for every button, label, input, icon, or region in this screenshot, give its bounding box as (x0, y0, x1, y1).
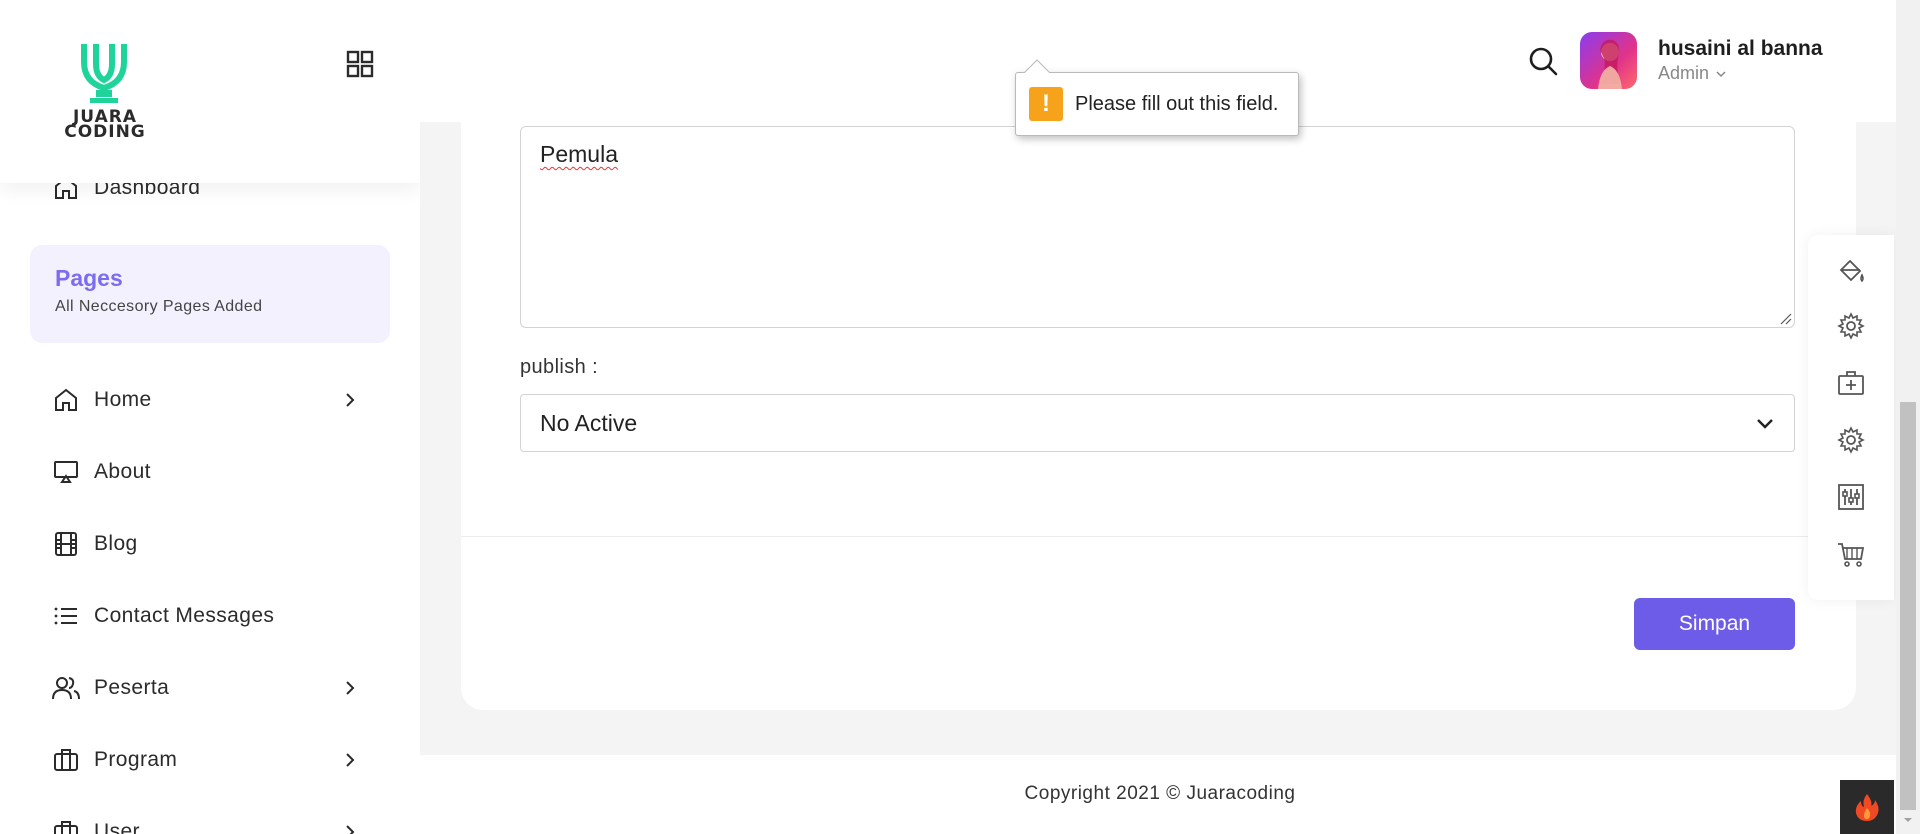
sidebar-item-label: Peserta (94, 676, 170, 699)
save-button[interactable]: Simpan (1634, 598, 1795, 650)
logo-area: JUARA CODING (0, 0, 420, 183)
resize-grip-icon[interactable] (1778, 311, 1792, 325)
settings-tool-panel (1808, 235, 1894, 600)
users-icon (52, 674, 80, 702)
home-icon (52, 386, 80, 414)
chevron-down-icon (1716, 70, 1726, 77)
avatar[interactable] (1580, 32, 1637, 89)
footer: Copyright 2021 © Juaracoding (420, 755, 1900, 834)
validation-tooltip: ! Please fill out this field. (1015, 59, 1299, 136)
gear-icon[interactable] (1836, 311, 1866, 341)
grid-icon[interactable] (346, 50, 374, 78)
pages-subtitle: All Neccesory Pages Added (55, 298, 263, 315)
paint-bucket-icon[interactable] (1836, 257, 1866, 287)
briefcase-icon (52, 746, 80, 774)
briefcase-icon (52, 818, 80, 834)
sidebar-item-peserta[interactable]: Peserta (52, 668, 372, 708)
sidebar-item-label: Home (94, 388, 152, 411)
publish-select[interactable]: No Active (520, 394, 1795, 452)
pages-title: Pages (55, 265, 123, 291)
sidebar-item-label: User (94, 820, 140, 834)
chevron-right-icon (346, 753, 355, 767)
monitor-icon (52, 458, 80, 486)
card-divider (461, 536, 1856, 537)
user-role-label: Admin (1658, 63, 1710, 83)
search-icon[interactable] (1527, 45, 1559, 77)
textarea-value: Pemula (540, 141, 618, 167)
sidebar-item-label: Program (94, 748, 178, 771)
user-name: husaini al banna (1658, 37, 1823, 60)
sidebar-item-label: Contact Messages (94, 604, 275, 627)
sidebar-item-blog[interactable]: Blog (52, 524, 372, 564)
sidebar-item-contact-messages[interactable]: Contact Messages (52, 596, 372, 636)
page-scrollbar[interactable] (1896, 0, 1920, 834)
sidebar: JUARA CODING Dashboard Pages All Necceso… (0, 0, 420, 834)
sidebar-item-label: About (94, 460, 151, 483)
user-role-dropdown[interactable]: Admin (1658, 63, 1727, 84)
scrollbar-thumb[interactable] (1900, 402, 1916, 810)
sidebar-item-program[interactable]: Program (52, 740, 372, 780)
logo-text: JUARA CODING (64, 107, 146, 142)
list-icon (52, 602, 80, 630)
chevron-right-icon (346, 681, 355, 695)
medical-bag-icon[interactable] (1836, 368, 1866, 398)
sliders-icon[interactable] (1836, 482, 1866, 512)
flame-button[interactable] (1840, 780, 1894, 834)
scroll-down-arrow-icon[interactable] (1902, 814, 1914, 826)
sidebar-item-home[interactable]: Home (52, 380, 372, 420)
copyright-text: Copyright 2021 © Juaracoding (1024, 783, 1296, 804)
sidebar-item-label: Blog (94, 532, 138, 555)
chevron-right-icon (346, 825, 355, 834)
description-textarea[interactable]: Pemula (520, 126, 1795, 328)
flame-icon (1855, 794, 1879, 821)
publish-label: publish : (520, 356, 599, 378)
sidebar-item-about[interactable]: About (52, 452, 372, 492)
publish-selected-value: No Active (540, 409, 638, 436)
sidebar-item-user[interactable]: User (52, 812, 372, 834)
warning-icon: ! (1029, 87, 1063, 121)
pages-section: Pages All Neccesory Pages Added (30, 245, 390, 343)
chevron-down-icon (1757, 419, 1773, 429)
chevron-right-icon (346, 393, 355, 407)
gear-icon[interactable] (1836, 425, 1866, 455)
tooltip-text: Please fill out this field. (1075, 92, 1279, 115)
cart-icon[interactable] (1836, 539, 1866, 569)
film-icon (52, 530, 80, 558)
